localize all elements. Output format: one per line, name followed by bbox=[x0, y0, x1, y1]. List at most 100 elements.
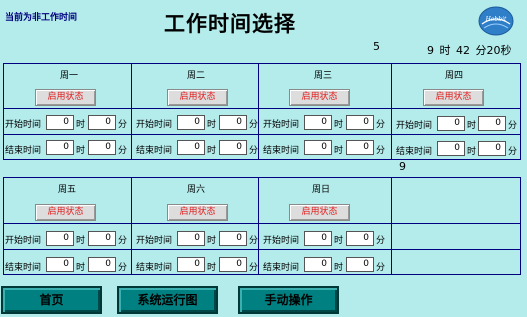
wednesday-end-minute-input[interactable]: 0 bbox=[346, 140, 374, 155]
minute-unit: 分 bbox=[508, 147, 518, 157]
wednesday-enable-button[interactable]: 启用状态 bbox=[289, 89, 350, 106]
hour-unit: 时 bbox=[76, 263, 86, 273]
hour-unit: 时 bbox=[76, 146, 86, 156]
friday-end-minute-input[interactable]: 0 bbox=[88, 257, 116, 272]
clock-display: 9 时 42 分20秒 bbox=[427, 42, 512, 58]
clock-second-unit: 秒 bbox=[500, 44, 512, 57]
hour-unit: 时 bbox=[467, 121, 477, 131]
hour-unit: 时 bbox=[334, 120, 344, 130]
home-button[interactable]: 首页 bbox=[1, 286, 102, 314]
day-label: 周六 bbox=[186, 185, 205, 195]
saturday-end-hour-input[interactable]: 0 bbox=[177, 257, 205, 272]
saturday-enable-button[interactable]: 启用状态 bbox=[167, 204, 228, 221]
monday-end-minute-input[interactable]: 0 bbox=[88, 140, 116, 155]
status-text: 当前为非工作时间 bbox=[5, 13, 78, 23]
manual-operation-button[interactable]: 手动操作 bbox=[238, 286, 339, 314]
clock-minute: 42 bbox=[456, 44, 470, 57]
friday-start-hour-input[interactable]: 0 bbox=[46, 231, 74, 246]
day-label: 周四 bbox=[444, 71, 463, 81]
minute-unit: 分 bbox=[118, 236, 128, 246]
end-time-label: 结束时间 bbox=[136, 263, 173, 273]
day-label: 周五 bbox=[57, 185, 76, 195]
clock-hour-unit: 时 bbox=[439, 44, 451, 57]
day-label: 周三 bbox=[313, 71, 332, 81]
end-time-label: 结束时间 bbox=[5, 263, 42, 273]
start-time-label: 开始时间 bbox=[263, 120, 300, 130]
wednesday-start-hour-input[interactable]: 0 bbox=[304, 115, 332, 130]
hour-unit: 时 bbox=[334, 146, 344, 156]
hour-unit: 时 bbox=[207, 263, 217, 273]
wednesday-start-minute-input[interactable]: 0 bbox=[346, 115, 374, 130]
monday-end-hour-input[interactable]: 0 bbox=[46, 140, 74, 155]
friday-end-hour-input[interactable]: 0 bbox=[46, 257, 74, 272]
sunday-start-minute-input[interactable]: 0 bbox=[346, 231, 374, 246]
minute-unit: 分 bbox=[376, 120, 386, 130]
monday-start-minute-input[interactable]: 0 bbox=[88, 115, 116, 130]
wednesday-end-hour-input[interactable]: 0 bbox=[304, 140, 332, 155]
tuesday-start-hour-input[interactable]: 0 bbox=[177, 115, 205, 130]
minute-unit: 分 bbox=[508, 121, 518, 131]
hour-unit: 时 bbox=[334, 263, 344, 273]
start-time-label: 开始时间 bbox=[136, 120, 173, 130]
hour-unit: 时 bbox=[76, 236, 86, 246]
indicator-top: 5 bbox=[373, 40, 380, 53]
end-time-label: 结束时间 bbox=[5, 146, 42, 156]
thursday-end-minute-input[interactable]: 0 bbox=[478, 141, 506, 156]
sunday-start-hour-input[interactable]: 0 bbox=[304, 231, 332, 246]
clock-second: 20 bbox=[486, 44, 501, 57]
start-time-label: 开始时间 bbox=[5, 236, 42, 246]
friday-start-minute-input[interactable]: 0 bbox=[88, 231, 116, 246]
start-time-label: 开始时间 bbox=[263, 236, 300, 246]
start-time-label: 开始时间 bbox=[396, 121, 433, 131]
sunday-end-hour-input[interactable]: 0 bbox=[304, 257, 332, 272]
hour-unit: 时 bbox=[76, 120, 86, 130]
clock-minute-unit: 分 bbox=[475, 44, 487, 57]
saturday-end-minute-input[interactable]: 0 bbox=[219, 257, 247, 272]
start-time-label: 开始时间 bbox=[5, 120, 42, 130]
tuesday-start-minute-input[interactable]: 0 bbox=[219, 115, 247, 130]
system-diagram-button[interactable]: 系统运行图 bbox=[117, 286, 218, 314]
friday-enable-button[interactable]: 启用状态 bbox=[35, 204, 96, 221]
hour-unit: 时 bbox=[207, 120, 217, 130]
minute-unit: 分 bbox=[118, 146, 128, 156]
svg-text:Hobbit: Hobbit bbox=[485, 16, 507, 23]
tuesday-end-minute-input[interactable]: 0 bbox=[219, 140, 247, 155]
monday-enable-button[interactable]: 启用状态 bbox=[35, 89, 96, 106]
thursday-end-hour-input[interactable]: 0 bbox=[437, 141, 465, 156]
minute-unit: 分 bbox=[376, 263, 386, 273]
sunday-enable-button[interactable]: 启用状态 bbox=[289, 204, 350, 221]
thursday-start-hour-input[interactable]: 0 bbox=[437, 116, 465, 131]
start-time-label: 开始时间 bbox=[136, 236, 173, 246]
hour-unit: 时 bbox=[467, 147, 477, 157]
minute-unit: 分 bbox=[249, 146, 259, 156]
minute-unit: 分 bbox=[376, 236, 386, 246]
minute-unit: 分 bbox=[118, 263, 128, 273]
tuesday-enable-button[interactable]: 启用状态 bbox=[167, 89, 228, 106]
minute-unit: 分 bbox=[249, 120, 259, 130]
day-label: 周二 bbox=[186, 71, 205, 81]
end-time-label: 结束时间 bbox=[136, 146, 173, 156]
hour-unit: 时 bbox=[207, 146, 217, 156]
hour-unit: 时 bbox=[207, 236, 217, 246]
minute-unit: 分 bbox=[249, 236, 259, 246]
day-label: 周一 bbox=[59, 71, 78, 81]
page-title: 工作时间选择 bbox=[164, 12, 296, 36]
tuesday-end-hour-input[interactable]: 0 bbox=[177, 140, 205, 155]
thursday-start-minute-input[interactable]: 0 bbox=[478, 116, 506, 131]
thursday-enable-button[interactable]: 启用状态 bbox=[423, 89, 484, 106]
saturday-start-hour-input[interactable]: 0 bbox=[177, 231, 205, 246]
minute-unit: 分 bbox=[249, 263, 259, 273]
hour-unit: 时 bbox=[334, 236, 344, 246]
indicator-mid: 9 bbox=[399, 160, 406, 173]
end-time-label: 结束时间 bbox=[263, 146, 300, 156]
clock-hour: 9 bbox=[427, 44, 434, 57]
end-time-label: 结束时间 bbox=[263, 263, 300, 273]
sunday-end-minute-input[interactable]: 0 bbox=[346, 257, 374, 272]
day-label: 周日 bbox=[311, 185, 330, 195]
logo: Hobbit bbox=[478, 6, 514, 36]
end-time-label: 结束时间 bbox=[396, 147, 433, 157]
saturday-start-minute-input[interactable]: 0 bbox=[219, 231, 247, 246]
minute-unit: 分 bbox=[118, 120, 128, 130]
monday-start-hour-input[interactable]: 0 bbox=[46, 115, 74, 130]
minute-unit: 分 bbox=[376, 146, 386, 156]
